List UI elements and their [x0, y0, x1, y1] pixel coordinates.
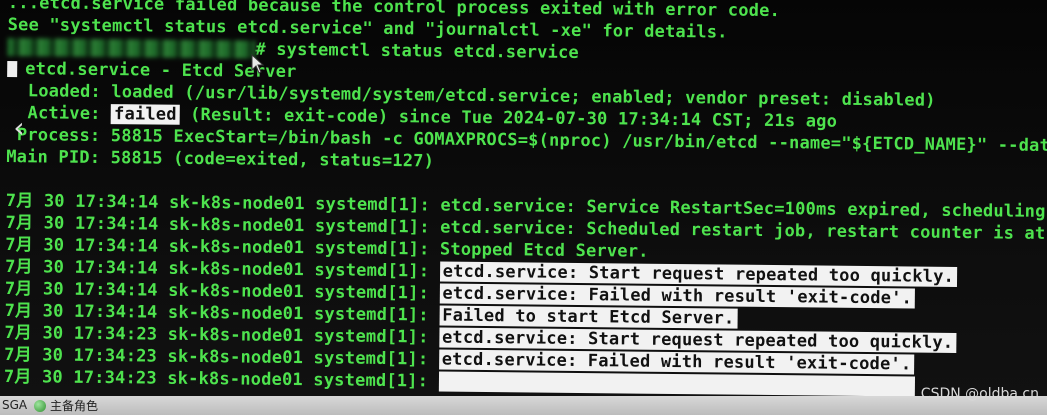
- log-message: Stopped Etcd Server.: [439, 239, 649, 262]
- taskbar-item-role[interactable]: 主备角色: [34, 397, 98, 414]
- app-icon: [34, 399, 46, 412]
- log-message: Failed to start Etcd Server.: [439, 305, 738, 329]
- taskbar-item-label: 主备角色: [50, 399, 99, 413]
- taskbar-label: SGA: [2, 398, 28, 412]
- watermark: CSDN @oldba.cn: [920, 386, 1039, 402]
- taskbar: SGA 主备角色: [0, 396, 1047, 415]
- journal-log: 7月 30 17:34:14 sk-k8s-node01 systemd[1]:…: [3, 190, 1046, 396]
- log-message: [438, 371, 915, 396]
- redacted-hostname: [7, 37, 256, 59]
- terminal-output: ...etcd.service failed because the contr…: [3, 0, 1047, 396]
- prompt-command: # systemctl status etcd.service: [255, 39, 579, 63]
- mouse-cursor-icon: [251, 54, 265, 74]
- status-dot-icon: [7, 60, 18, 78]
- terminal-screen: ...etcd.service failed because the contr…: [0, 0, 1047, 396]
- log-prefix: 7月 30 17:34:23 sk-k8s-node01 systemd[1]:: [3, 366, 439, 392]
- active-state-badge: failed: [110, 104, 180, 125]
- back-chevron-icon[interactable]: ‹: [5, 108, 33, 148]
